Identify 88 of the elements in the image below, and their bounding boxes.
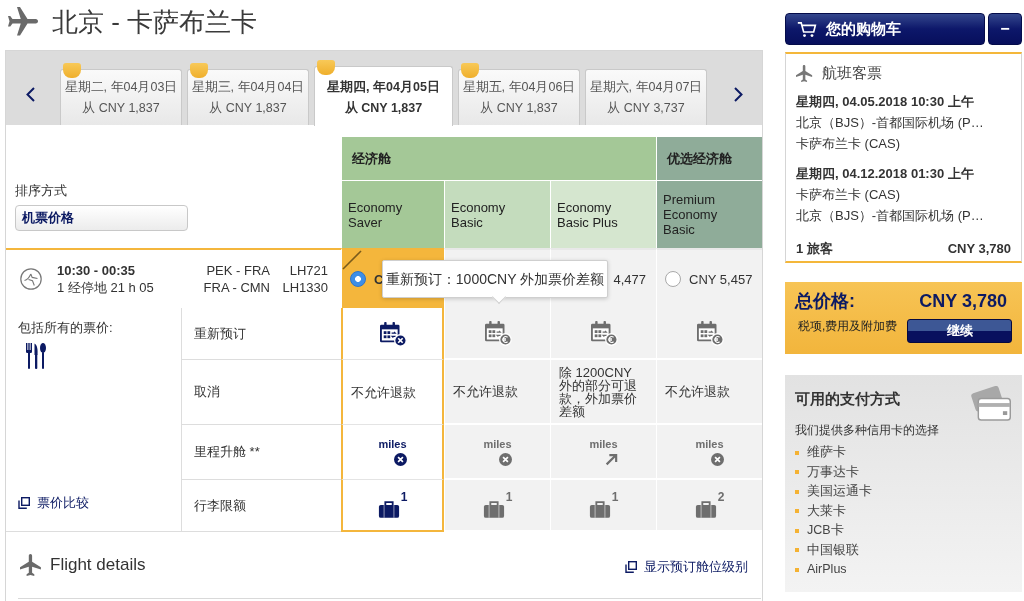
payment-method: 美国运通卡	[807, 483, 872, 500]
fare-header: Economy Basic Plus	[550, 180, 656, 248]
cutlery-icon	[25, 342, 47, 370]
cancellation-text: 除 1200CNY 外的部分可退款，外加票价差额	[559, 365, 638, 418]
fare-price: CNY 5,457	[689, 271, 753, 287]
sort-dropdown[interactable]: 机票价格	[15, 205, 188, 231]
miles-label: miles	[378, 438, 407, 450]
date-tab[interactable]: 星期六, 年04月07日 从 CNY 3,737	[585, 69, 707, 125]
compare-link[interactable]: 票价比较	[18, 495, 89, 511]
passenger-count: 1 旅客	[796, 240, 833, 258]
cancellation-text: 不允许退款	[665, 385, 730, 398]
section-title: Flight details	[50, 555, 146, 575]
date-tab[interactable]: 星期二, 年04月03日 从 CNY 1,837	[60, 69, 182, 125]
date-tab[interactable]: 星期四, 年04月05日 从 CNY 1,837	[314, 66, 453, 126]
suitcase-icon	[377, 500, 400, 519]
subtotal: CNY 3,780	[947, 240, 1011, 258]
payment-method: 万事达卡	[807, 463, 859, 481]
segment-date: 星期四, 04.12.2018 01:30 上午	[796, 165, 975, 183]
total-label: 总价格:	[795, 290, 855, 312]
compare-icon	[18, 497, 30, 509]
bullet-icon	[795, 567, 799, 572]
miles-label: miles	[483, 437, 512, 450]
airplane-icon	[8, 7, 38, 37]
tooltip: 重新预订：1000CNY 外加票价差额	[382, 260, 608, 298]
baggage-count: 1	[400, 491, 408, 503]
fare-header: Economy Saver	[341, 180, 444, 248]
fare-header: Premium Economy Basic	[656, 180, 762, 248]
bullet-icon	[795, 470, 799, 475]
segment-date: 星期四, 04.05.2018 10:30 上午	[796, 93, 975, 111]
cart-icon	[797, 20, 817, 38]
baggage-count: 1	[611, 491, 619, 503]
booking-class-link[interactable]: 显示预订舱位级别	[625, 559, 748, 575]
bullet-icon	[795, 450, 799, 455]
corner-fold-icon	[342, 250, 362, 270]
flight-times: 10:30 - 00:35	[57, 262, 137, 279]
collapse-button[interactable]: −	[988, 13, 1022, 45]
bullet-icon	[795, 509, 799, 514]
miles-label: miles	[695, 437, 724, 450]
cabin-header: 经济舱	[341, 137, 656, 180]
flight-number: LH1330	[282, 279, 328, 296]
credit-cards-icon	[968, 386, 1012, 423]
segment-origin: 北京（BJS）-首都国际机场 (P…	[796, 114, 985, 132]
cart-button[interactable]: 您的购物车	[785, 13, 985, 45]
cancellation-text: 不允许退款	[453, 385, 518, 398]
radio-button[interactable]	[665, 271, 681, 287]
payment-method: AirPlus	[807, 561, 847, 578]
route-text: PEK - FRA	[206, 262, 270, 279]
compare-icon	[625, 561, 637, 573]
suitcase-icon	[482, 500, 505, 519]
cart-section-title: 航班客票	[822, 64, 882, 82]
fare-price: 4,477	[613, 271, 646, 287]
payment-method: 维萨卡	[807, 444, 846, 461]
segment-destination: 卡萨布兰卡 (CAS)	[796, 135, 901, 153]
bullet-icon	[795, 548, 799, 553]
total-amount: CNY 3,780	[919, 290, 1007, 312]
miles-label: miles	[589, 437, 618, 450]
date-tab[interactable]: 星期三, 年04月04日 从 CNY 1,837	[187, 69, 309, 125]
total-note: 税项,费用及附加费	[798, 319, 898, 333]
baggage-count: 2	[717, 491, 725, 503]
suitcase-icon	[694, 500, 717, 519]
radio-button[interactable]	[350, 271, 366, 287]
stops-duration: 1 经停地 21 h 05	[57, 279, 155, 296]
payment-subtitle: 我们提供多种信用卡的选择	[795, 423, 940, 437]
payment-title: 可用的支付方式	[795, 389, 900, 409]
route-text: FRA - CMN	[203, 279, 270, 296]
baggage-count: 1	[505, 491, 513, 503]
included-title: 包括所有的票价:	[18, 320, 113, 336]
logo-icon	[20, 268, 42, 290]
airplane-icon	[20, 554, 42, 576]
bullet-icon	[795, 489, 799, 494]
segment-origin: 卡萨布兰卡 (CAS)	[796, 186, 901, 204]
date-tab[interactable]: 星期五, 年04月06日 从 CNY 1,837	[458, 69, 580, 125]
payment-method: 大莱卡	[807, 502, 846, 520]
cancellation-text: 不允许退款	[351, 385, 416, 399]
page-title: 北京 - 卡萨布兰卡	[52, 7, 258, 37]
continue-button[interactable]: 继续	[907, 319, 1012, 343]
airplane-icon	[796, 64, 813, 82]
payment-method: JCB卡	[807, 522, 844, 539]
payment-method: 中国银联	[807, 541, 859, 559]
chevron-right-icon[interactable]	[734, 86, 743, 102]
segment-destination: 北京（BJS）-首都国际机场 (P…	[796, 207, 985, 225]
suitcase-icon	[588, 500, 611, 519]
chevron-left-icon[interactable]	[26, 86, 35, 102]
sort-label: 排序方式	[15, 183, 67, 199]
flight-number: LH721	[289, 262, 328, 279]
bullet-icon	[795, 528, 799, 533]
fare-header: Economy Basic	[444, 180, 550, 248]
cabin-header: 优选经济舱	[656, 137, 762, 180]
